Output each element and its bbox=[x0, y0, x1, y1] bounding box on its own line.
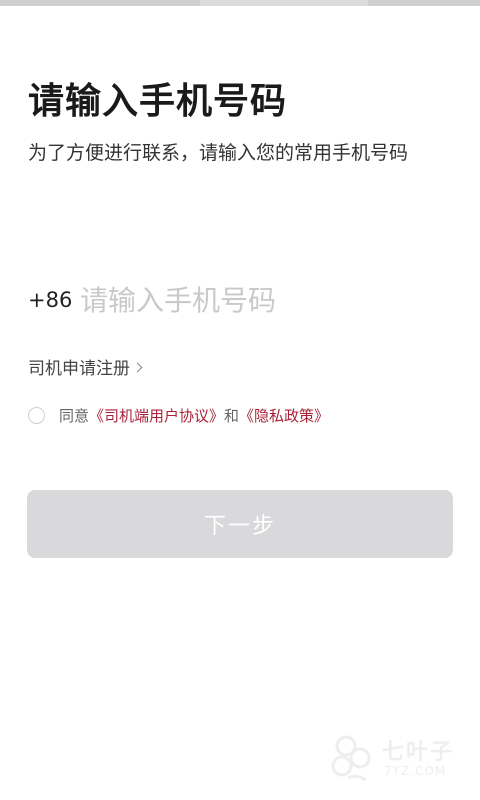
page-title: 请输入手机号码 bbox=[28, 81, 288, 122]
next-button[interactable]: 下一步 bbox=[27, 490, 453, 558]
privacy-policy-link[interactable]: 《隐私政策》 bbox=[239, 405, 329, 426]
agreement-row: 同意 《司机端用户协议》 和 《隐私政策》 bbox=[28, 404, 329, 426]
login-page: 请输入手机号码 为了方便进行联系，请输入您的常用手机号码 +86 司机申请注册 … bbox=[0, 0, 480, 800]
driver-register-label: 司机申请注册 bbox=[28, 359, 130, 379]
page-subtitle: 为了方便进行联系，请输入您的常用手机号码 bbox=[28, 142, 409, 164]
agreement-radio[interactable] bbox=[28, 406, 45, 424]
country-code[interactable]: +86 bbox=[28, 288, 80, 312]
driver-register-link[interactable]: 司机申请注册 bbox=[28, 354, 143, 379]
chevron-right-icon bbox=[132, 362, 143, 372]
watermark-text: 七叶子 bbox=[382, 740, 455, 765]
status-bar-segment bbox=[368, 0, 480, 6]
watermark-subtext: 7YZ.COM bbox=[384, 764, 447, 778]
status-bar-strip bbox=[0, 0, 480, 6]
watermark: 七叶子 7YZ.COM bbox=[326, 730, 470, 786]
user-agreement-link[interactable]: 《司机端用户协议》 bbox=[89, 405, 224, 426]
leaf-logo-icon bbox=[331, 735, 371, 782]
phone-input-row: +86 bbox=[28, 278, 452, 322]
status-bar-segment bbox=[0, 0, 200, 6]
agreement-conjunction: 和 bbox=[224, 406, 240, 425]
phone-input[interactable] bbox=[80, 278, 440, 322]
agreement-prefix: 同意 bbox=[59, 406, 90, 425]
